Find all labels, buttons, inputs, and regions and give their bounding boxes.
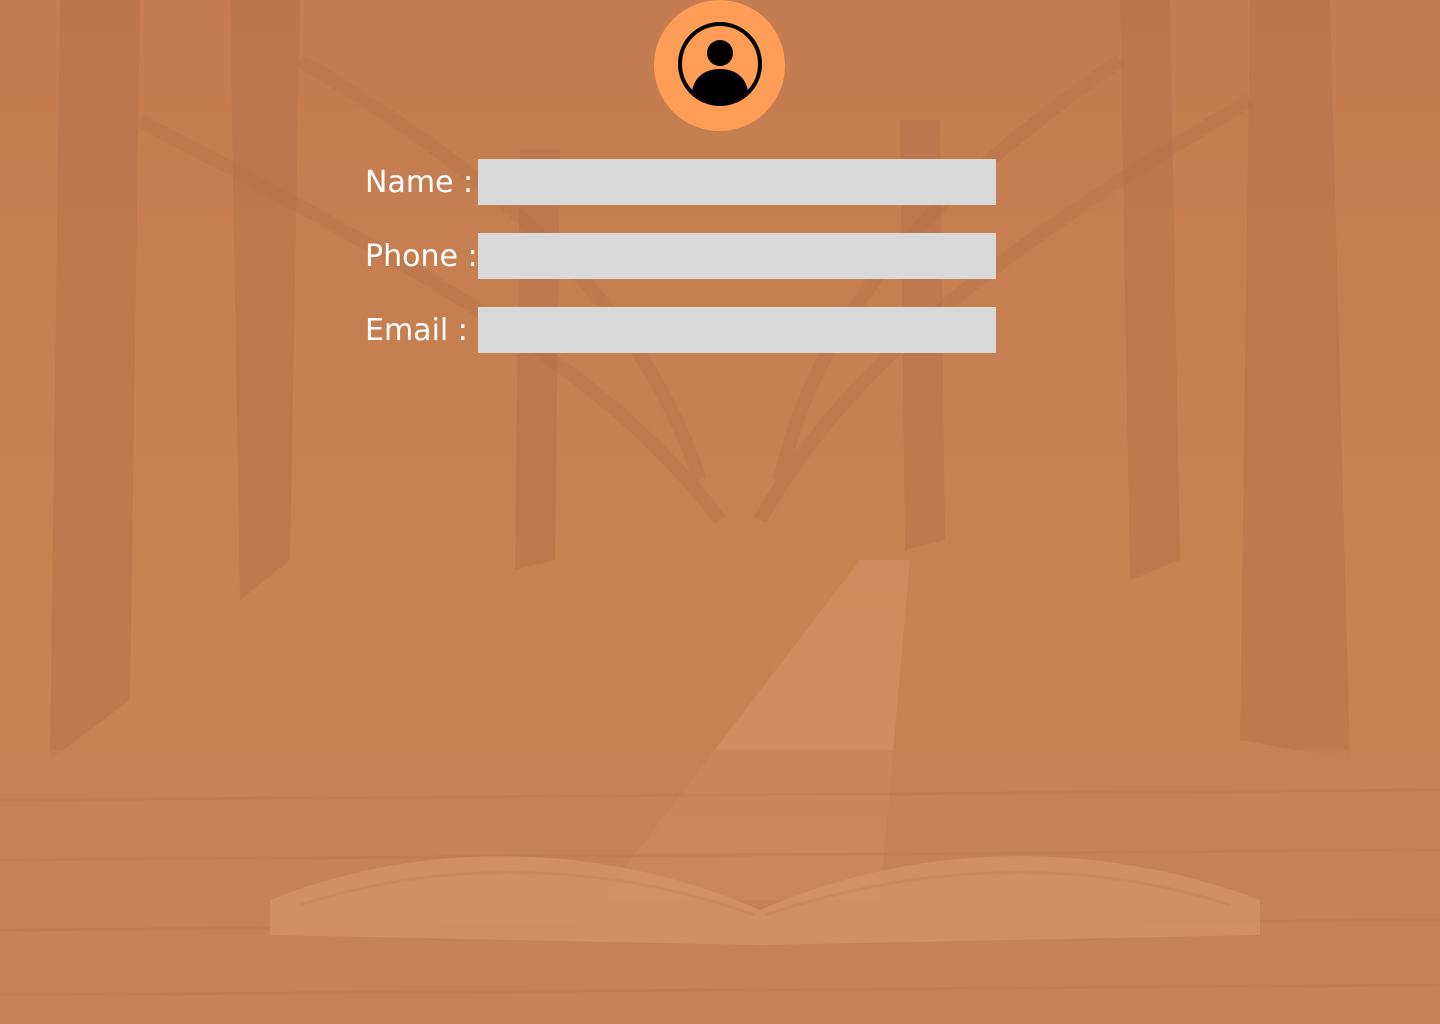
name-row: Name : — [365, 159, 996, 205]
avatar — [654, 0, 785, 131]
background-tint — [0, 0, 1440, 1024]
name-label: Name : — [365, 164, 474, 200]
email-label: Email : — [365, 312, 468, 348]
name-input[interactable] — [478, 159, 996, 205]
user-circle-icon — [677, 21, 763, 111]
email-row: Email : — [365, 307, 996, 353]
email-input[interactable] — [478, 307, 996, 353]
phone-input[interactable] — [478, 233, 996, 279]
phone-label: Phone : — [365, 238, 478, 274]
phone-row: Phone : — [365, 233, 996, 279]
